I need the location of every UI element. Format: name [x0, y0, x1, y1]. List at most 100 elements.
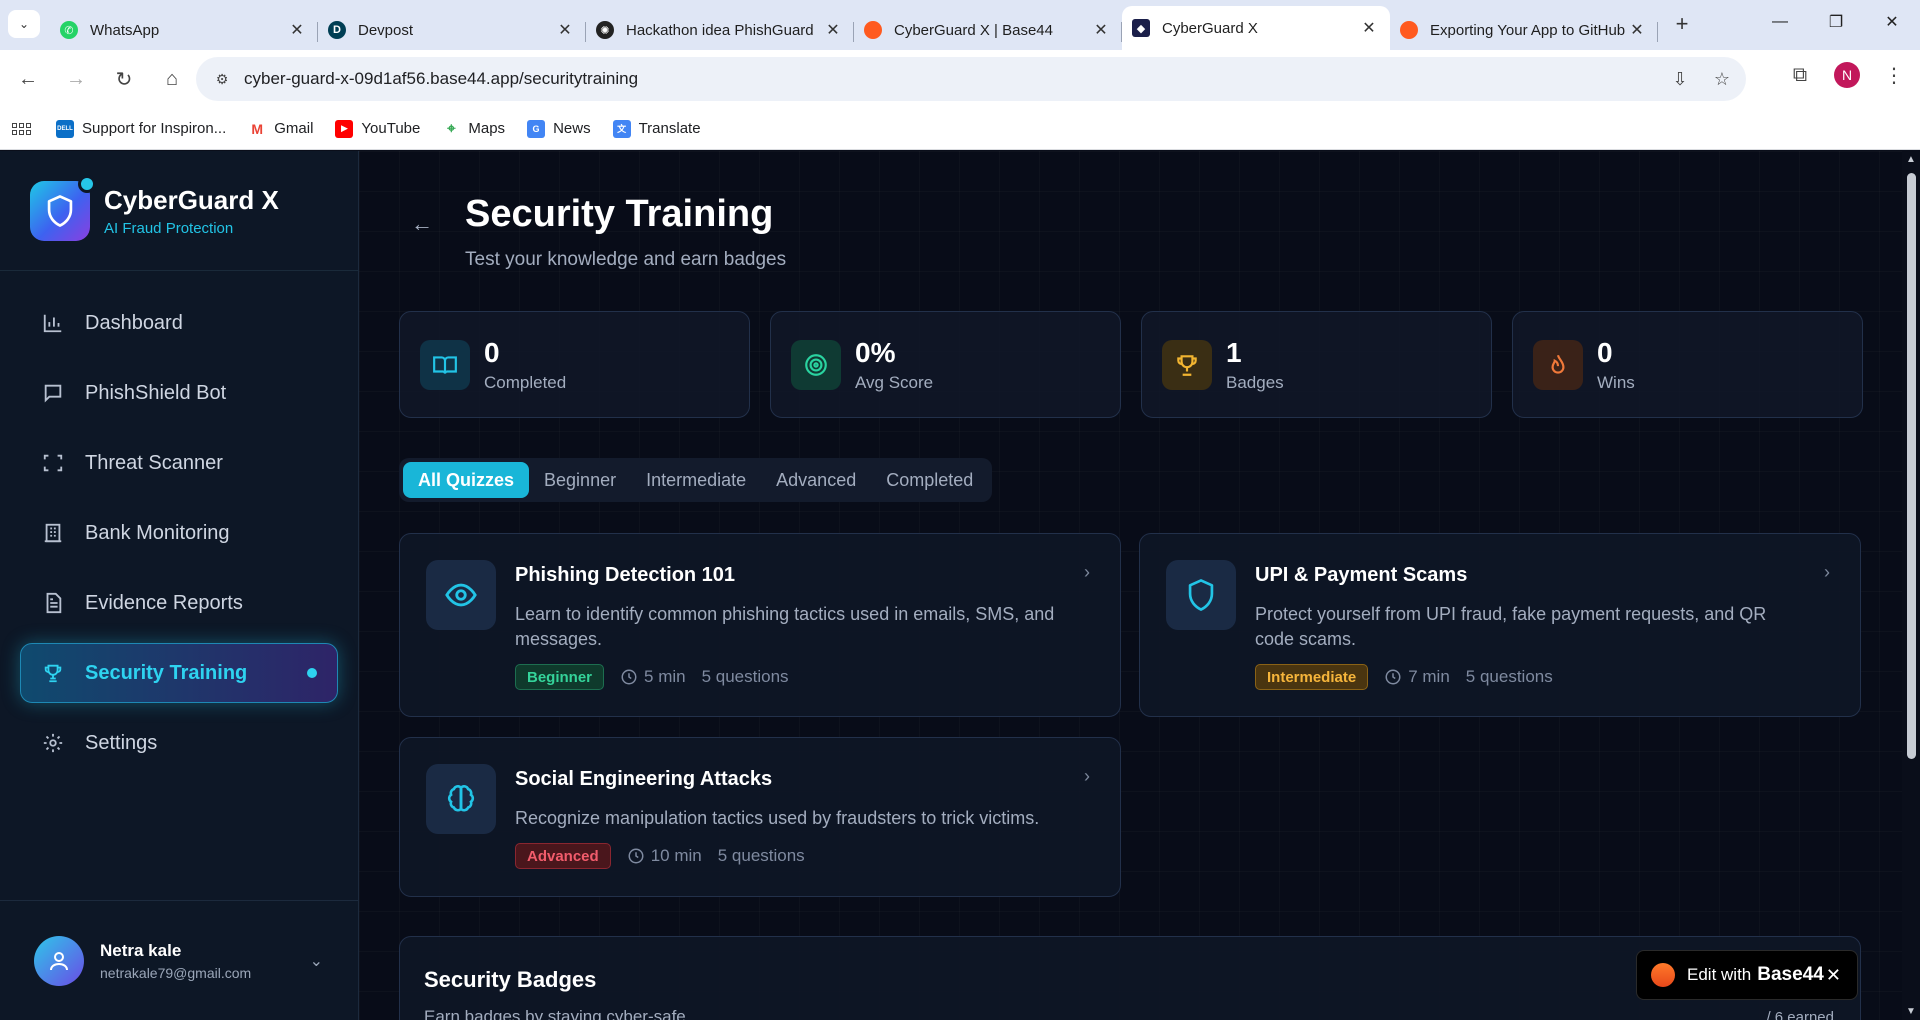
tab-base44[interactable]: CyberGuard X | Base44 ✕ — [854, 10, 1122, 50]
sidebar-item-label: Threat Scanner — [85, 451, 223, 474]
site-info-icon[interactable]: ⚙ — [210, 67, 234, 91]
minimize-button[interactable]: — — [1752, 0, 1808, 44]
back-button[interactable]: ← — [8, 59, 48, 99]
user-profile-menu[interactable]: Netra kale netrakale79@gmail.com ⌄ — [0, 900, 359, 1020]
dell-icon: DELL — [56, 119, 74, 138]
quiz-card-upi-payment-scams[interactable]: UPI & Payment Scams Protect yourself fro… — [1139, 533, 1861, 717]
extensions-icon[interactable]: ⧉ — [1784, 59, 1816, 91]
close-icon[interactable]: ✕ — [1628, 20, 1646, 40]
sidebar-item-bank-monitoring[interactable]: Bank Monitoring — [20, 503, 338, 563]
close-icon[interactable]: ✕ — [1092, 20, 1110, 40]
apps-grid-icon[interactable] — [12, 118, 34, 140]
scrollbar-thumb[interactable] — [1907, 173, 1916, 759]
chevron-right-icon: › — [1084, 766, 1090, 786]
home-button[interactable]: ⌂ — [152, 59, 192, 99]
sidebar-item-security-training[interactable]: Security Training — [20, 643, 338, 703]
forward-button[interactable]: → — [56, 59, 96, 99]
sidebar-item-phishshield-bot[interactable]: PhishShield Bot — [20, 363, 338, 423]
new-tab-button[interactable]: + — [1664, 6, 1700, 42]
sidebar-item-dashboard[interactable]: Dashboard — [20, 293, 338, 353]
tab-search-button[interactable]: ⌄ — [8, 10, 40, 38]
reload-button[interactable]: ↻ — [104, 59, 144, 99]
tab-title: Hackathon idea PhishGuard — [626, 21, 814, 39]
bookmark-dell-support[interactable]: DELL Support for Inspiron... — [56, 119, 226, 138]
edit-with-base44-widget[interactable]: Edit with Base44 ✕ — [1636, 950, 1858, 1000]
scroll-up-arrow-icon[interactable]: ▲ — [1906, 154, 1916, 165]
browser-tab-bar: ⌄ ✆ WhatsApp ✕ D Devpost ✕ ✺ Hackathon i… — [0, 0, 1920, 50]
close-icon[interactable]: ✕ — [1360, 18, 1378, 38]
quiz-card-phishing-detection[interactable]: Phishing Detection 101 Learn to identify… — [399, 533, 1121, 717]
bookmark-news[interactable]: G News — [527, 119, 591, 138]
tab-beginner[interactable]: Beginner — [529, 462, 631, 498]
clock-icon — [628, 848, 644, 864]
eye-icon — [426, 560, 496, 630]
bookmark-maps[interactable]: ⌖ Maps — [442, 119, 505, 138]
base44-brand-text: Base44 — [1757, 964, 1824, 985]
url-text[interactable]: cyber-guard-x-09d1af56.base44.app/securi… — [244, 69, 638, 89]
close-icon[interactable]: ✕ — [1826, 965, 1841, 986]
stat-card-wins: 0 Wins — [1512, 311, 1863, 418]
page-scrollbar[interactable]: ▲ ▼ — [1902, 151, 1920, 1020]
sidebar: CyberGuard X AI Fraud Protection Dashboa… — [0, 151, 359, 1020]
quiz-card-social-engineering[interactable]: Social Engineering Attacks Recognize man… — [399, 737, 1121, 897]
bookmark-label: Translate — [638, 120, 701, 137]
sidebar-item-settings[interactable]: Settings — [20, 713, 338, 773]
trophy-icon — [1162, 339, 1212, 390]
chevron-down-icon[interactable]: ⌄ — [310, 951, 323, 971]
sidebar-item-label: Evidence Reports — [85, 591, 243, 614]
close-icon[interactable]: ✕ — [824, 20, 842, 40]
stat-label: Completed — [484, 372, 567, 392]
close-icon[interactable]: ✕ — [288, 20, 306, 40]
scan-icon — [41, 451, 65, 475]
back-arrow-icon[interactable]: ← — [411, 211, 433, 237]
bookmark-youtube[interactable]: ▶ YouTube — [335, 119, 420, 138]
user-name: Netra kale — [100, 940, 182, 960]
tab-title: CyberGuard X | Base44 — [894, 21, 1053, 39]
tab-whatsapp[interactable]: ✆ WhatsApp ✕ — [50, 10, 318, 50]
stat-value: 1 — [1226, 336, 1242, 368]
tab-intermediate[interactable]: Intermediate — [631, 462, 761, 498]
window-controls: — ❐ ✕ — [1752, 0, 1920, 44]
tab-hackathon-idea[interactable]: ✺ Hackathon idea PhishGuard ✕ — [586, 10, 854, 50]
sidebar-item-label: Bank Monitoring — [85, 521, 230, 544]
page-subtitle: Test your knowledge and earn badges — [465, 249, 787, 270]
tab-cyberguard-active[interactable]: ◆ CyberGuard X ✕ — [1122, 6, 1390, 50]
close-window-button[interactable]: ✕ — [1864, 0, 1920, 44]
sidebar-item-label: Dashboard — [85, 311, 183, 334]
bookmark-translate[interactable]: 文 Translate — [612, 119, 701, 138]
tab-advanced[interactable]: Advanced — [761, 462, 871, 498]
sidebar-item-threat-scanner[interactable]: Threat Scanner — [20, 433, 338, 493]
tab-title: Exporting Your App to GitHub — [1430, 21, 1626, 39]
book-icon — [420, 339, 470, 390]
tab-exporting[interactable]: Exporting Your App to GitHub ✕ — [1390, 10, 1658, 50]
profile-avatar[interactable]: N — [1834, 62, 1860, 88]
tab-all-quizzes[interactable]: All Quizzes — [403, 462, 530, 498]
sidebar-item-evidence-reports[interactable]: Evidence Reports — [20, 573, 338, 633]
devpost-icon: D — [328, 21, 346, 39]
brand-header[interactable]: CyberGuard X AI Fraud Protection — [0, 151, 358, 271]
level-badge: Beginner — [515, 664, 605, 690]
scroll-down-arrow-icon[interactable]: ▼ — [1906, 1006, 1916, 1017]
bookmark-gmail[interactable]: M Gmail — [248, 119, 313, 138]
tab-devpost[interactable]: D Devpost ✕ — [318, 10, 586, 50]
clock-icon — [621, 669, 637, 685]
restore-button[interactable]: ❐ — [1808, 0, 1864, 44]
clock-icon — [1385, 669, 1401, 685]
tab-title: WhatsApp — [90, 21, 160, 39]
address-bar[interactable]: ⚙ cyber-guard-x-09d1af56.base44.app/secu… — [196, 57, 1746, 101]
sidebar-item-label: PhishShield Bot — [85, 381, 227, 404]
bookmark-star-icon[interactable]: ☆ — [1708, 65, 1736, 93]
close-icon[interactable]: ✕ — [556, 20, 574, 40]
level-badge: Advanced — [515, 843, 611, 869]
bank-icon — [41, 521, 65, 545]
translate-icon: 文 — [612, 119, 631, 138]
sidebar-item-label: Security Training — [85, 661, 248, 684]
stat-card-badges: 1 Badges — [1141, 311, 1492, 418]
quiz-description: Learn to identify common phishing tactic… — [515, 604, 1055, 649]
brand-tagline: AI Fraud Protection — [104, 219, 234, 237]
badges-subtitle: Earn badges by staying cyber-safe — [424, 1007, 686, 1020]
menu-kebab-icon[interactable]: ⋮ — [1878, 59, 1910, 91]
address-bar-actions: ⇩ ☆ — [1666, 65, 1736, 93]
install-app-icon[interactable]: ⇩ — [1666, 65, 1694, 93]
tab-completed[interactable]: Completed — [871, 462, 988, 498]
